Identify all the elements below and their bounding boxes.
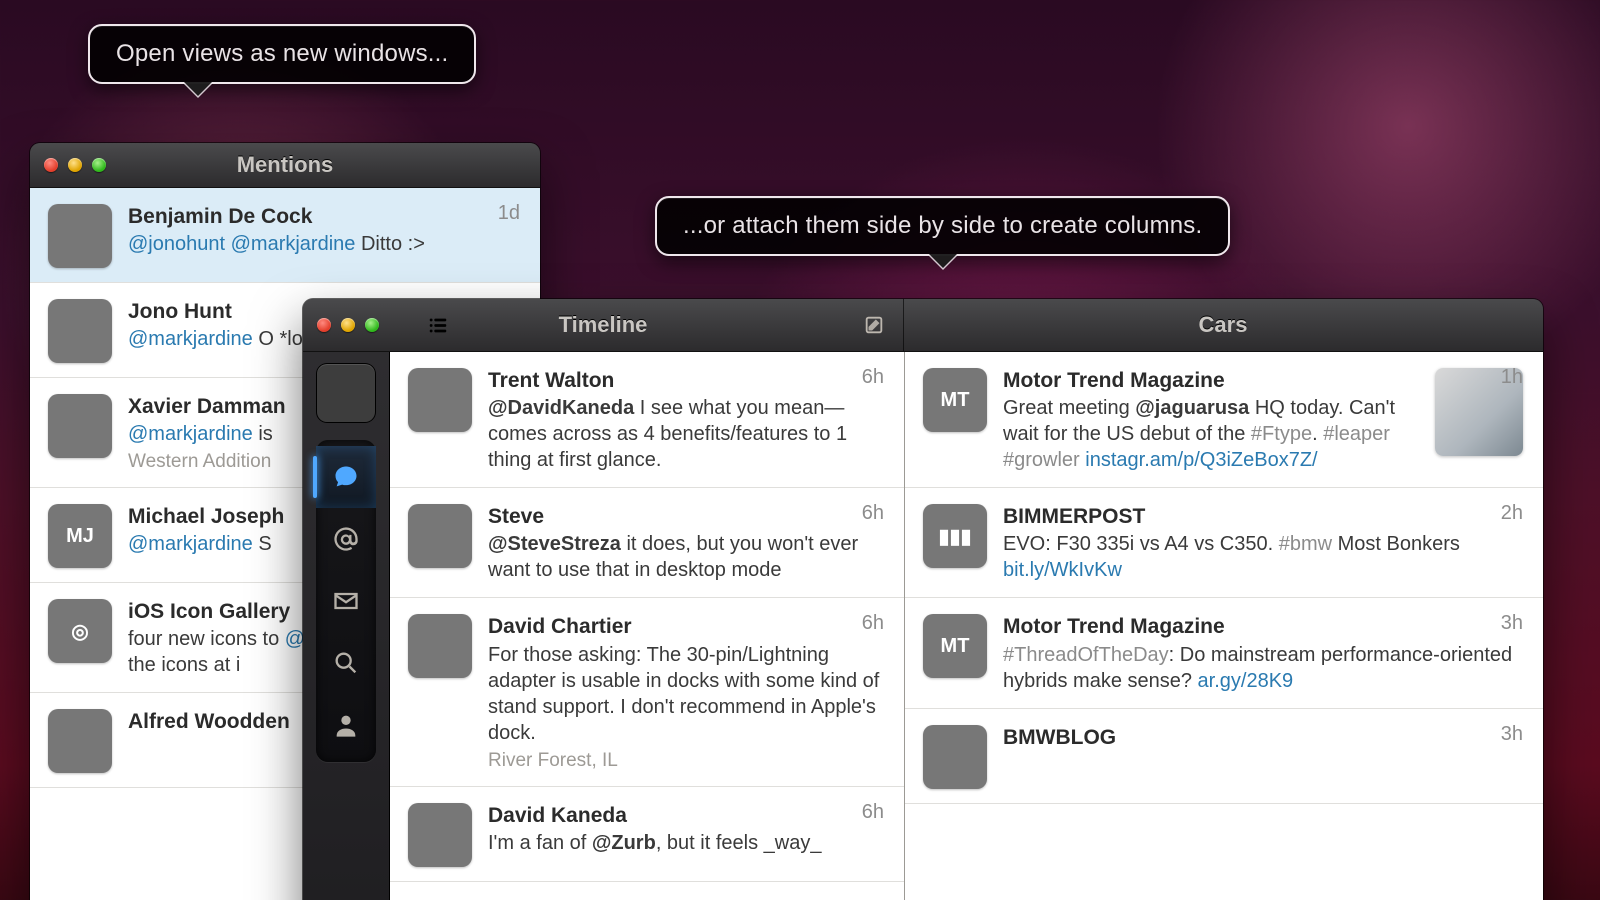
list-item[interactable]: Benjamin De Cock@jonohunt @markjardine D… — [30, 188, 540, 283]
tweet-author: BMWBLOG — [1003, 725, 1523, 750]
tweet-location: River Forest, IL — [488, 750, 884, 772]
tweet-time: 6h — [862, 612, 884, 635]
callout-text: ...or attach them side by side to create… — [683, 212, 1202, 239]
tweet-time: 3h — [1501, 612, 1523, 635]
callout-side-by-side: ...or attach them side by side to create… — [655, 196, 1230, 256]
minimize-icon[interactable] — [68, 158, 82, 172]
tweet-body: For those asking: The 30-pin/Lightning a… — [488, 642, 884, 746]
avatar[interactable] — [48, 394, 112, 458]
titlebar[interactable]: Mentions — [30, 143, 540, 188]
sidebar — [303, 352, 390, 900]
sidebar-nav — [316, 440, 376, 762]
tweet-time: 2h — [1501, 502, 1523, 525]
account-avatar[interactable] — [317, 364, 375, 422]
list-item[interactable]: MT Motor Trend MagazineGreat meeting @jag… — [905, 352, 1543, 488]
close-icon[interactable] — [44, 158, 58, 172]
tweet-body: @DavidKaneda I see what you mean—comes a… — [488, 395, 884, 473]
tweet-time: 1d — [498, 202, 520, 225]
list-item[interactable]: David Chartier For those asking: The 30-p… — [390, 598, 904, 786]
list-item[interactable]: Trent Walton@DavidKaneda I see what you … — [390, 352, 904, 488]
tweet-time: 6h — [862, 502, 884, 525]
tweet-author: BIMMERPOST — [1003, 504, 1523, 529]
tweet-author: Motor Trend Magazine — [1003, 614, 1523, 639]
tweet-body: #ThreadOfTheDay: Do mainstream performan… — [1003, 642, 1523, 694]
avatar[interactable]: MJ — [48, 504, 112, 568]
tweet-time: 3h — [1501, 723, 1523, 746]
column-title-cars: Cars — [903, 312, 1543, 338]
zoom-icon[interactable] — [92, 158, 106, 172]
callout-open-windows: Open views as new windows... — [88, 24, 476, 84]
compose-icon[interactable] — [859, 312, 889, 338]
sidebar-search-icon[interactable] — [316, 632, 376, 694]
sidebar-timeline-icon[interactable] — [316, 446, 376, 508]
avatar[interactable] — [408, 504, 472, 568]
list-item[interactable]: Steve@SteveStreza it does, but you won't… — [390, 488, 904, 598]
list-item[interactable]: David KanedaI'm a fan of @Zurb, but it f… — [390, 787, 904, 882]
window-title: Timeline — [303, 312, 903, 338]
titlebar-divider — [903, 299, 904, 351]
avatar[interactable] — [48, 709, 112, 773]
tweet-body: @jonohunt @markjardine Ditto :> — [128, 231, 520, 257]
column-timeline: Trent Walton@DavidKaneda I see what you … — [390, 352, 905, 900]
tweet-author: Motor Trend Magazine — [1003, 368, 1423, 393]
tweet-time: 6h — [862, 366, 884, 389]
avatar[interactable] — [408, 803, 472, 867]
tweet-author: Steve — [488, 504, 884, 529]
sidebar-messages-icon[interactable] — [316, 570, 376, 632]
sidebar-profile-icon[interactable] — [316, 694, 376, 756]
callout-text: Open views as new windows... — [116, 40, 448, 67]
avatar[interactable] — [48, 204, 112, 268]
tweet-author: Trent Walton — [488, 368, 884, 393]
list-item[interactable]: MT Motor Trend Magazine #ThreadOfTheDay: D… — [905, 598, 1543, 708]
avatar[interactable]: MT — [923, 368, 987, 432]
tweet-author: Benjamin De Cock — [128, 204, 520, 229]
sidebar-mentions-icon[interactable] — [316, 508, 376, 570]
avatar[interactable] — [923, 725, 987, 789]
tweet-body: EVO: F30 335i vs A4 vs C350. #bmw Most B… — [1003, 531, 1523, 583]
titlebar[interactable]: Timeline Cars — [303, 299, 1543, 352]
tweet-body: Great meeting @jaguarusa HQ today. Can't… — [1003, 395, 1423, 473]
traffic-lights[interactable] — [44, 158, 106, 172]
avatar[interactable]: MT — [923, 614, 987, 678]
tweet-author: David Chartier — [488, 614, 884, 639]
avatar[interactable]: ◎ — [48, 599, 112, 663]
timeline-list[interactable]: Trent Walton@DavidKaneda I see what you … — [390, 352, 904, 900]
window-title: Mentions — [237, 152, 334, 178]
column-cars: MTMotor Trend MagazineGreat meeting @jag… — [905, 352, 1543, 900]
cars-list[interactable]: MTMotor Trend MagazineGreat meeting @jag… — [905, 352, 1543, 900]
tweet-body: I'm a fan of @Zurb, but it feels _way_ — [488, 830, 884, 856]
main-window[interactable]: Timeline Cars — [303, 299, 1543, 900]
avatar[interactable]: ▮▮▮ — [923, 504, 987, 568]
tweet-time: 1h — [1501, 366, 1523, 389]
avatar[interactable] — [408, 614, 472, 678]
tweet-body: @SteveStreza it does, but you won't ever… — [488, 531, 884, 583]
avatar[interactable] — [408, 368, 472, 432]
tweet-time: 6h — [862, 801, 884, 824]
list-item[interactable]: BMWBLOG3h — [905, 709, 1543, 804]
avatar[interactable] — [48, 299, 112, 363]
tweet-author: David Kaneda — [488, 803, 884, 828]
list-item[interactable]: ▮▮▮ BIMMERPOSTEVO: F30 335i vs A4 vs C350… — [905, 488, 1543, 598]
